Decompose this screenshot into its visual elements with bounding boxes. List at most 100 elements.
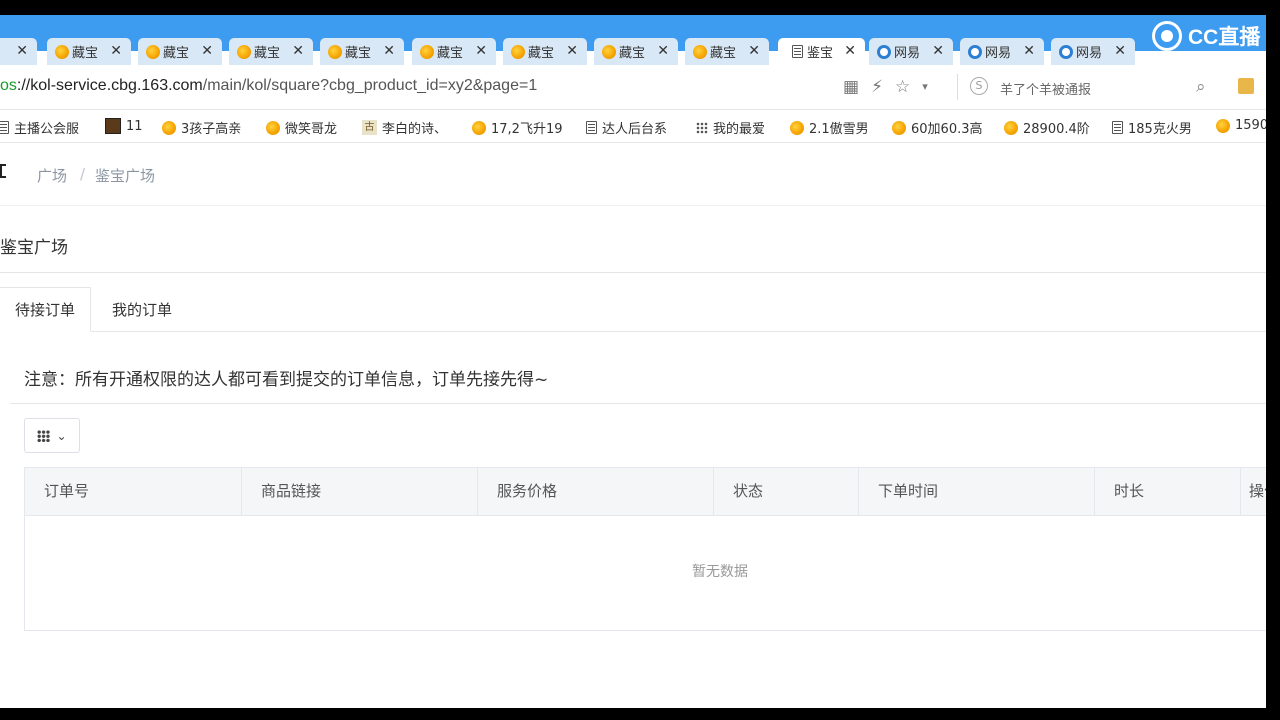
- document-icon: [1112, 121, 1123, 134]
- address-bar: os://kol-service.cbg.163.com/main/kol/sq…: [0, 65, 1266, 110]
- close-icon[interactable]: ✕: [383, 43, 395, 59]
- column-header: 下单时间: [859, 468, 1095, 515]
- yellow-chick-icon: [892, 120, 906, 135]
- yellow-chick-icon: [146, 44, 160, 59]
- breadcrumb-separator: /: [80, 165, 86, 183]
- search-icon[interactable]: ⌕: [1196, 77, 1206, 97]
- browser-tab[interactable]: 藏宝 ✕: [47, 38, 131, 65]
- browser-tab[interactable]: 网易 ✕: [869, 38, 953, 65]
- bookmark-item[interactable]: 60加60.3高: [892, 118, 983, 137]
- column-header: 商品链接: [242, 468, 478, 515]
- apps-grid-icon: [696, 121, 708, 134]
- yellow-chick-icon: [602, 44, 616, 59]
- close-icon[interactable]: ✕: [16, 43, 28, 59]
- browser-tab-active[interactable]: 鉴宝 ✕: [778, 38, 865, 65]
- bookmark-item[interactable]: 3孩子高亲: [162, 118, 241, 137]
- bookmark-item[interactable]: 微笑哥龙: [266, 118, 337, 137]
- browser-tab[interactable]: 藏宝 ✕: [412, 38, 496, 65]
- column-settings-button[interactable]: ⌄: [24, 418, 80, 453]
- bookmark-item[interactable]: 17,2飞升19: [472, 118, 563, 137]
- bookmark-item[interactable]: 主播公会服: [0, 118, 79, 137]
- close-icon[interactable]: ✕: [1114, 43, 1126, 59]
- breadcrumb-current: 鉴宝广场: [95, 167, 156, 185]
- browser-tab[interactable]: 藏宝 ✕: [320, 38, 404, 65]
- search-input[interactable]: 羊了个羊被通报: [1000, 79, 1091, 98]
- yellow-chick-icon: [472, 120, 486, 135]
- close-icon[interactable]: ✕: [475, 43, 487, 59]
- close-icon[interactable]: ✕: [1023, 43, 1035, 59]
- browser-tab[interactable]: 网易 ✕: [960, 38, 1044, 65]
- qr-code-icon[interactable]: ▦: [843, 77, 859, 97]
- order-tabs: 待接订单 我的订单: [0, 287, 1266, 332]
- url-field[interactable]: os://kol-service.cbg.163.com/main/kol/sq…: [0, 77, 537, 95]
- photo-icon: [105, 118, 121, 134]
- browser-tab[interactable]: 藏宝 ✕: [229, 38, 313, 65]
- close-icon[interactable]: ✕: [566, 43, 578, 59]
- menu-toggle-icon[interactable]: [0, 164, 6, 178]
- close-icon[interactable]: ✕: [292, 43, 304, 59]
- cc-logo-icon: [1152, 21, 1182, 51]
- close-icon[interactable]: ✕: [932, 43, 944, 59]
- divider: [0, 205, 1266, 206]
- bookmark-item[interactable]: 185克火男: [1112, 118, 1192, 137]
- extension-icon[interactable]: [1238, 78, 1254, 94]
- page-title: 鉴宝广场: [0, 238, 68, 258]
- browser-tab[interactable]: 藏宝 ✕: [138, 38, 222, 65]
- bookmark-item[interactable]: 1590: [1216, 118, 1266, 133]
- yellow-chick-icon: [328, 44, 342, 59]
- close-icon[interactable]: ✕: [748, 43, 760, 59]
- orders-table: 订单号 商品链接 服务价格 状态 下单时间 时长 操作 暂无数据: [24, 467, 1266, 631]
- cc-live-watermark: CC直播: [1152, 21, 1260, 51]
- poem-icon: 古: [362, 120, 377, 135]
- yellow-chick-icon: [790, 120, 804, 135]
- yellow-chick-icon: [1216, 118, 1230, 133]
- chevron-down-icon[interactable]: ▾: [922, 77, 928, 97]
- yellow-chick-icon: [693, 44, 707, 59]
- tab-my-orders[interactable]: 我的订单: [91, 287, 193, 332]
- bookmark-item[interactable]: 28900.4阶: [1004, 118, 1090, 137]
- netease-icon: [1059, 44, 1073, 59]
- bookmarks-bar: 主播公会服 11 3孩子高亲 微笑哥龙 古李白的诗、 17,2飞升19 达人后台…: [0, 110, 1266, 143]
- close-icon[interactable]: ✕: [201, 43, 213, 59]
- bookmark-item[interactable]: 达人后台系: [586, 118, 667, 137]
- column-header: 订单号: [25, 468, 242, 515]
- netease-icon: [877, 44, 891, 59]
- browser-tab[interactable]: 网易 ✕: [1051, 38, 1135, 65]
- tab-pending-orders[interactable]: 待接订单: [0, 287, 91, 332]
- netease-icon: [968, 44, 982, 59]
- breadcrumb-root[interactable]: 广场: [37, 165, 67, 186]
- bookmark-item[interactable]: 2.1傲雪男: [790, 118, 869, 137]
- yellow-chick-icon: [511, 44, 525, 59]
- divider: [10, 403, 1266, 404]
- document-icon: [790, 45, 804, 59]
- close-icon[interactable]: ✕: [657, 43, 669, 59]
- bookmark-item[interactable]: 我的最爱: [696, 118, 765, 137]
- close-icon[interactable]: ✕: [110, 43, 122, 59]
- yellow-chick-icon: [55, 44, 69, 59]
- empty-state-text: 暂无数据: [692, 564, 748, 580]
- column-header: 操作: [1241, 468, 1266, 515]
- yellow-chick-icon: [266, 120, 280, 135]
- browser-tab[interactable]: ✕: [0, 38, 37, 65]
- yellow-chick-icon: [237, 44, 251, 59]
- table-header: 订单号 商品链接 服务价格 状态 下单时间 时长 操作: [25, 468, 1266, 516]
- browser-tab[interactable]: 藏宝 ✕: [503, 38, 587, 65]
- bookmark-item[interactable]: 11: [105, 118, 143, 134]
- document-icon: [586, 121, 597, 134]
- column-header: 时长: [1095, 468, 1241, 515]
- browser-tab[interactable]: 藏宝 ✕: [685, 38, 769, 65]
- tab-strip: ✕ 藏宝 ✕ 藏宝 ✕ 藏宝 ✕ 藏宝 ✕ 藏宝 ✕ 藏宝 ✕ 藏宝 ✕ 藏宝 …: [0, 15, 1266, 65]
- chevron-down-icon: ⌄: [56, 428, 67, 443]
- divider: [957, 74, 958, 100]
- close-icon[interactable]: ✕: [844, 43, 856, 59]
- star-icon[interactable]: ☆: [895, 77, 910, 97]
- divider: [0, 272, 1266, 273]
- column-header: 状态: [714, 468, 859, 515]
- bookmark-item[interactable]: 古李白的诗、: [362, 118, 447, 137]
- column-header: 服务价格: [478, 468, 714, 515]
- yellow-chick-icon: [162, 120, 176, 135]
- browser-tab[interactable]: 藏宝 ✕: [594, 38, 678, 65]
- search-engine-icon[interactable]: S: [970, 77, 988, 95]
- lightning-icon[interactable]: ⚡: [871, 77, 883, 97]
- notice-text: 注意：所有开通权限的达人都可看到提交的订单信息，订单先接先得~: [24, 370, 549, 390]
